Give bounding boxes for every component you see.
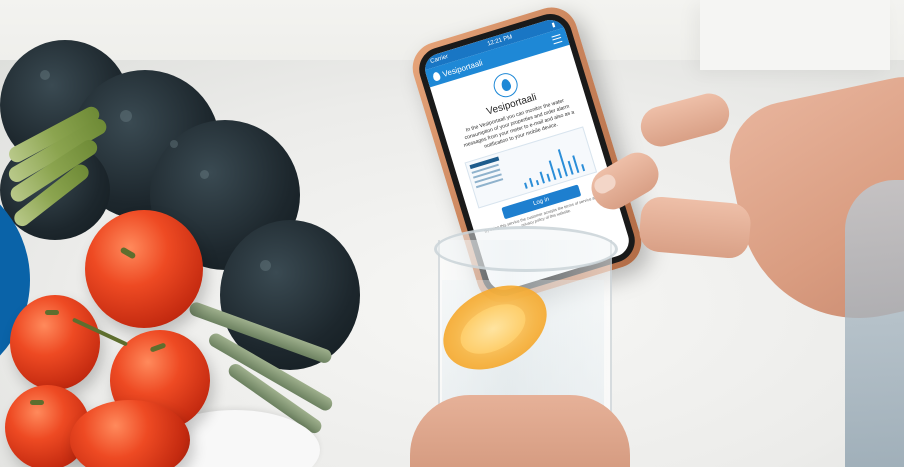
water-drop-icon [431,70,442,82]
water-drop-icon [490,70,521,101]
sleeve [845,180,904,467]
battery-icon: ▮ [551,21,556,29]
finger [637,195,753,260]
hand-holding-glass [410,395,630,467]
photo-scene: Carrier 12:21 PM ▮ Vesiportaali Vesiport… [0,0,904,467]
background-block [700,0,890,70]
menu-icon[interactable] [551,34,563,45]
